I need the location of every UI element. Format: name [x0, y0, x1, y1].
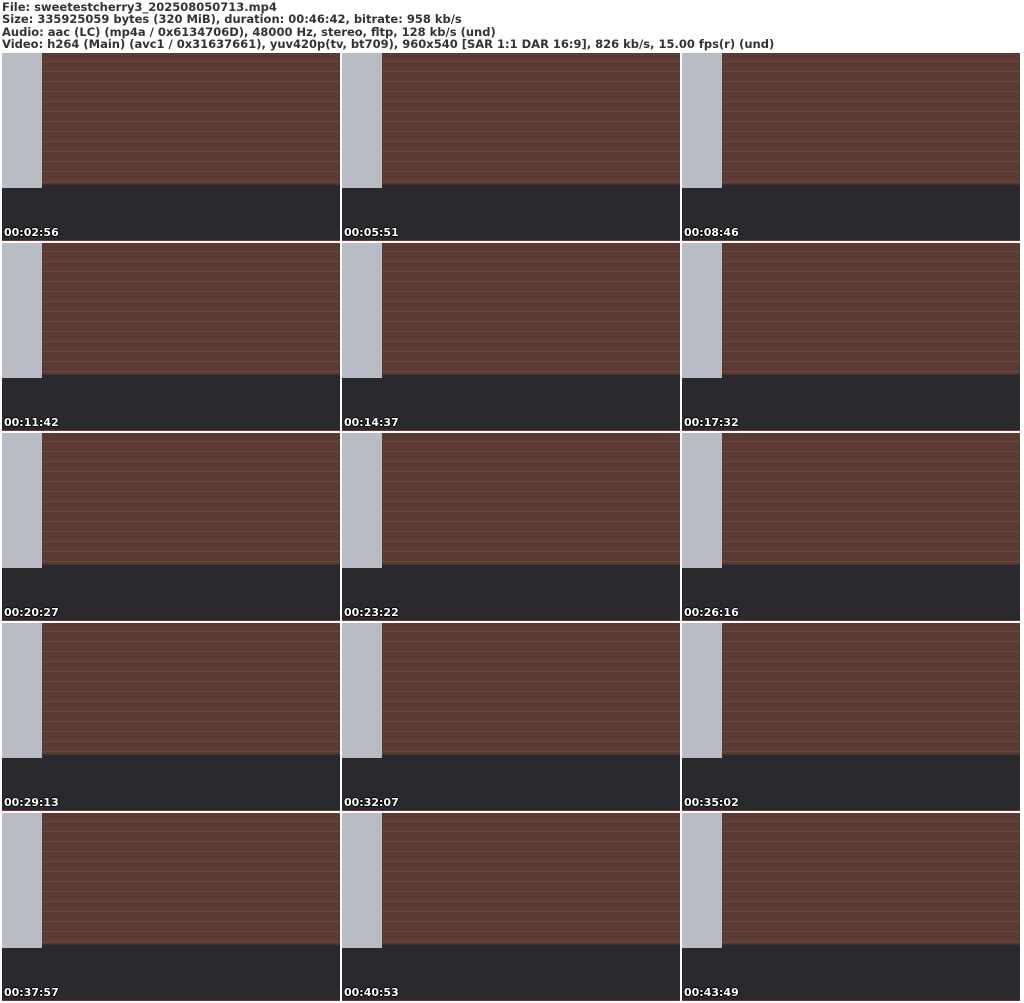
frame-placeholder: [342, 623, 382, 759]
thumbnail-frame: 00:35:02: [682, 623, 1020, 811]
thumbnail-frame: 00:11:42: [2, 243, 340, 431]
file-size: Size: 335925059 bytes (320 MiB), duratio…: [2, 12, 462, 27]
thumbnail-frame: 00:29:13: [2, 623, 340, 811]
frame-bottom-line: [342, 430, 680, 431]
frame-timestamp: 00:40:53: [344, 986, 399, 999]
frame-bottom-line: [2, 620, 340, 621]
thumbnail-grid: 00:02:56 00:05:51 00:08:46 00:11:42 00:14:37…: [2, 53, 1020, 1001]
frame-timestamp: 00:08:46: [684, 226, 739, 239]
frame-timestamp: 00:02:56: [4, 226, 59, 239]
frame-timestamp: 00:14:37: [344, 416, 399, 429]
frame-timestamp: 00:37:57: [4, 986, 59, 999]
thumbnail-frame: 00:26:16: [682, 433, 1020, 621]
frame-timestamp: 00:26:16: [684, 606, 739, 619]
frame-timestamp: 00:43:49: [684, 986, 739, 999]
frame-placeholder: [2, 813, 42, 949]
thumbnail-frame: 00:17:32: [682, 243, 1020, 431]
frame-timestamp: 00:05:51: [344, 226, 399, 239]
frame-placeholder: [2, 53, 42, 189]
frame-bottom-line: [682, 430, 1020, 431]
frame-placeholder: [682, 53, 722, 189]
frame-bottom-line: [682, 620, 1020, 621]
frame-bottom-line: [2, 1000, 340, 1001]
frame-timestamp: 00:32:07: [344, 796, 399, 809]
frame-placeholder: [342, 813, 382, 949]
thumbnail-frame: 00:02:56: [2, 53, 340, 241]
frame-placeholder: [342, 433, 382, 569]
frame-bottom-line: [342, 240, 680, 241]
frame-bottom-line: [342, 620, 680, 621]
frame-bottom-line: [2, 810, 340, 811]
frame-placeholder: [682, 243, 722, 379]
video-info: Video: h264 (Main) (avc1 / 0x31637661), …: [2, 37, 775, 52]
thumbnail-frame: 00:23:22: [342, 433, 680, 621]
thumbnail-frame: 00:14:37: [342, 243, 680, 431]
frame-bottom-line: [2, 430, 340, 431]
thumbnail-frame: 00:43:49: [682, 813, 1020, 1001]
frame-bottom-line: [2, 240, 340, 241]
frame-bottom-line: [342, 1000, 680, 1001]
frame-placeholder: [342, 53, 382, 189]
frame-placeholder: [682, 623, 722, 759]
frame-timestamp: 00:20:27: [4, 606, 59, 619]
frame-bottom-line: [682, 1000, 1020, 1001]
thumbnail-frame: 00:32:07: [342, 623, 680, 811]
thumbnail-frame: 00:20:27: [2, 433, 340, 621]
thumbnail-frame: 00:37:57: [2, 813, 340, 1001]
frame-timestamp: 00:29:13: [4, 796, 59, 809]
frame-bottom-line: [682, 240, 1020, 241]
frame-timestamp: 00:35:02: [684, 796, 739, 809]
thumbnail-frame: 00:05:51: [342, 53, 680, 241]
file-info-header: File: sweetestcherry3_202508050713.mp4 S…: [2, 1, 774, 51]
thumbnail-frame: 00:08:46: [682, 53, 1020, 241]
frame-timestamp: 00:23:22: [344, 606, 399, 619]
frame-timestamp: 00:17:32: [684, 416, 739, 429]
frame-placeholder: [342, 243, 382, 379]
thumbnail-frame: 00:40:53: [342, 813, 680, 1001]
frame-placeholder: [2, 623, 42, 759]
frame-bottom-line: [682, 810, 1020, 811]
frame-timestamp: 00:11:42: [4, 416, 59, 429]
frame-placeholder: [2, 433, 42, 569]
frame-bottom-line: [342, 810, 680, 811]
frame-placeholder: [682, 813, 722, 949]
frame-placeholder: [2, 243, 42, 379]
frame-placeholder: [682, 433, 722, 569]
